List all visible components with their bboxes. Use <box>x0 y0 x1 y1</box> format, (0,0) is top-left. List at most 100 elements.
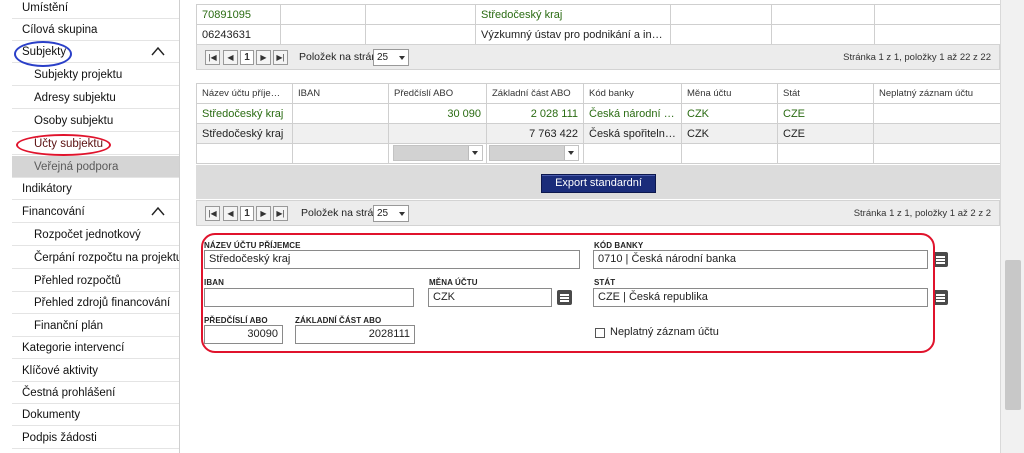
column-header[interactable]: Kód banky <box>583 83 682 104</box>
sidebar-item-kategorie-intervenci[interactable]: Kategorie intervencí <box>12 337 179 359</box>
last-page-button[interactable]: ▶| <box>273 206 288 221</box>
chevron-up-icon[interactable] <box>150 205 166 217</box>
main-content: 70891095 Středočeský kraj 06243631 Výzku… <box>196 0 1001 453</box>
table-cell: Výzkumný ústav pro podnikání a inovace, … <box>475 24 671 45</box>
table-cell: 30 090 <box>388 103 487 124</box>
state-label: STÁT <box>594 278 616 287</box>
sidebar-item-financovani[interactable]: Financování <box>12 201 179 223</box>
list-icon[interactable] <box>557 290 572 305</box>
items-per-page-select[interactable]: 25 <box>373 49 409 66</box>
prefix-abo-label: PŘEDČÍSLÍ ABO <box>204 316 268 325</box>
scrollbar-thumb[interactable] <box>1005 260 1021 410</box>
sidebar-item-cilova-skupina[interactable]: Cílová skupina <box>12 19 179 41</box>
table-cell <box>365 4 476 25</box>
sidebar-item-subjekty-projektu[interactable]: Subjekty projektu <box>12 64 179 86</box>
chevron-up-icon[interactable] <box>150 45 166 57</box>
sidebar-item-label: Rozpočet jednotkový <box>34 229 141 241</box>
sidebar-item-cerpani-rozpoctu[interactable]: Čerpání rozpočtu na projektu <box>12 247 179 269</box>
sidebar-item-cestna-prohlaseni[interactable]: Čestná prohlášení <box>12 382 179 404</box>
column-header[interactable]: Neplatný záznam účtu <box>873 83 1001 104</box>
sidebar-item-osoby-subjektu[interactable]: Osoby subjektu <box>12 110 179 132</box>
prev-page-button[interactable]: ◀ <box>223 206 238 221</box>
column-header[interactable]: Měna účtu <box>681 83 778 104</box>
table-cell <box>292 123 389 144</box>
table-header-row: Název účtu příjemce IBAN Předčíslí ABO Z… <box>196 83 1001 104</box>
prev-page-button[interactable]: ◀ <box>223 50 238 65</box>
subjects-grid: 70891095 Středočeský kraj 06243631 Výzku… <box>196 4 1001 45</box>
column-header[interactable]: Název účtu příjemce <box>196 83 293 104</box>
table-cell <box>873 123 1001 144</box>
account-name-field[interactable]: Středočeský kraj <box>204 250 580 269</box>
table-row[interactable]: Středočeský kraj 30 090 2 028 111 Česká … <box>196 103 1001 124</box>
account-detail-form: NÁZEV ÚČTU PŘÍJEMCE Středočeský kraj KÓD… <box>196 227 1000 453</box>
caret-down-icon <box>564 146 578 160</box>
items-per-page-select[interactable]: 25 <box>373 205 409 222</box>
first-page-button[interactable]: |◀ <box>205 50 220 65</box>
currency-field[interactable]: CZK <box>428 288 552 307</box>
last-page-button[interactable]: ▶| <box>273 50 288 65</box>
sidebar-item-umisteni[interactable]: Umístění <box>12 0 179 19</box>
table-cell: Česká spořitelna, a... <box>583 123 682 144</box>
sidebar-item-subjekty[interactable]: Subjekty <box>12 41 179 63</box>
sidebar-item-verejna-podpora[interactable]: Veřejná podpora <box>12 156 179 178</box>
sidebar-item-ucty-subjektu[interactable]: Účty subjektu <box>12 133 179 155</box>
current-page-field[interactable]: 1 <box>240 206 254 221</box>
table-cell: 06243631 <box>196 24 281 45</box>
sidebar-item-prehled-zdroju[interactable]: Přehled zdrojů financování <box>12 292 179 314</box>
sidebar-item-label: Přehled zdrojů financování <box>34 297 171 309</box>
sidebar-item-adresy-subjektu[interactable]: Adresy subjektu <box>12 87 179 109</box>
sidebar-item-indikatory[interactable]: Indikátory <box>12 178 179 200</box>
table-cell: Česká národní banka <box>583 103 682 124</box>
sidebar-item-prehled-rozpoctu[interactable]: Přehled rozpočtů <box>12 270 179 292</box>
table-row[interactable]: Středočeský kraj 7 763 422 Česká spořite… <box>196 123 1001 144</box>
vertical-scrollbar[interactable] <box>1000 0 1024 453</box>
column-header[interactable]: Stát <box>777 83 874 104</box>
bank-code-field[interactable]: 0710 | Česká národní banka <box>593 250 928 269</box>
sidebar-item-label: Klíčové aktivity <box>22 365 99 377</box>
sidebar-item-label: Subjekty projektu <box>34 69 123 81</box>
table-cell <box>771 24 875 45</box>
table-cell <box>771 4 875 25</box>
caret-down-icon <box>468 146 482 160</box>
next-page-button[interactable]: ▶ <box>256 206 271 221</box>
state-field[interactable]: CZE | Česká republika <box>593 288 928 307</box>
column-header[interactable]: Předčíslí ABO <box>388 83 487 104</box>
column-filter-select[interactable] <box>489 145 579 161</box>
sidebar-item-label: Účty subjektu <box>34 138 104 150</box>
table-row[interactable]: 06243631 Výzkumný ústav pro podnikání a … <box>196 24 1001 45</box>
column-header[interactable]: Základní část ABO <box>486 83 584 104</box>
iban-field[interactable] <box>204 288 414 307</box>
next-page-button[interactable]: ▶ <box>256 50 271 65</box>
table-cell <box>874 4 1001 25</box>
sidebar-item-dokumenty[interactable]: Dokumenty <box>12 404 179 426</box>
current-page-field[interactable]: 1 <box>240 50 254 65</box>
export-standard-button[interactable]: Export standardní <box>541 174 656 193</box>
sidebar-item-label: Cílová skupina <box>22 24 98 36</box>
table-cell: Středočeský kraj <box>196 103 293 124</box>
sidebar-item-label: Dokumenty <box>22 409 81 421</box>
first-page-button[interactable]: |◀ <box>205 206 220 221</box>
sidebar-item-rozpocet-jednotkovy[interactable]: Rozpočet jednotkový <box>12 224 179 246</box>
list-icon[interactable] <box>933 252 948 267</box>
table-row[interactable]: 70891095 Středočeský kraj <box>196 4 1001 25</box>
list-icon[interactable] <box>933 290 948 305</box>
table-row <box>196 143 1001 164</box>
table-cell: Středočeský kraj <box>475 4 671 25</box>
table-cell <box>292 103 389 124</box>
sidebar-item-podpis-zadosti[interactable]: Podpis žádosti <box>12 427 179 449</box>
base-abo-field[interactable]: 2028111 <box>295 325 415 344</box>
table-cell: 70891095 <box>196 4 281 25</box>
sidebar-nav: Umístění Cílová skupina Subjekty Subjekt… <box>0 0 180 453</box>
prefix-abo-field[interactable]: 30090 <box>204 325 283 344</box>
account-name-label: NÁZEV ÚČTU PŘÍJEMCE <box>204 241 301 250</box>
invalid-account-checkbox[interactable] <box>595 328 605 338</box>
sidebar-item-klicove-aktivity[interactable]: Klíčové aktivity <box>12 360 179 382</box>
items-per-page-value: 25 <box>377 52 389 63</box>
sidebar-item-label: Kategorie intervencí <box>22 342 125 354</box>
pager-info: Stránka 1 z 1, položky 1 až 22 z 22 <box>843 52 991 63</box>
sidebar-item-financni-plan[interactable]: Finanční plán <box>12 315 179 337</box>
column-header[interactable]: IBAN <box>292 83 389 104</box>
column-filter-select[interactable] <box>393 145 483 161</box>
table-cell <box>365 24 476 45</box>
sidebar-item-label: Financování <box>22 206 85 218</box>
